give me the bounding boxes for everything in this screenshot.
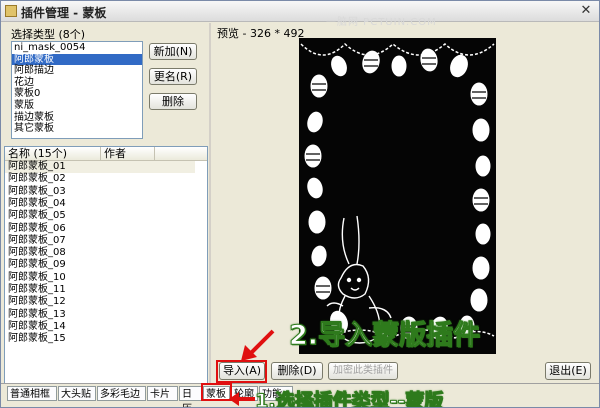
plugin-manager-window: 插件管理 - 蒙板 ✕ 选择类型 (8个) ni_mask_0054 阿郎蒙板 阿郎… [0, 0, 600, 408]
tab-4[interactable]: 日历 [179, 386, 202, 407]
column-header-name[interactable]: 名称 (15个) [5, 147, 101, 160]
table-row[interactable]: 阿郎蒙板_13 [5, 309, 195, 321]
table-row[interactable]: 阿郎蒙板_14 [5, 321, 195, 333]
type-list-item[interactable]: 其它蒙板 [12, 123, 142, 135]
table-row[interactable]: 阿郎蒙板_07 [5, 235, 195, 247]
table-row[interactable]: 阿郎蒙板_09 [5, 259, 195, 271]
window-title: 插件管理 - 蒙板 [21, 6, 107, 20]
type-list-item[interactable]: 蒙版 [12, 100, 142, 112]
delete-mask-button[interactable]: 删除(D) [271, 362, 323, 380]
table-row[interactable]: 阿郎蒙板_01 [5, 161, 195, 173]
arrow-to-mask-tab-icon [229, 392, 255, 406]
type-list-item[interactable]: ni_mask_0054 [12, 42, 142, 54]
table-row[interactable]: 阿郎蒙板_08 [5, 247, 195, 259]
tab-3[interactable]: 卡片 [147, 386, 178, 401]
add-button[interactable]: 新加(N) [149, 43, 197, 60]
app-icon [5, 5, 17, 17]
encrypt-plugin-button[interactable]: 加密此类插件 [328, 362, 398, 380]
mask-list-table[interactable]: 名称 (15个) 作者 阿郎蒙板_01 阿郎蒙板_02 阿郎蒙板_03 阿郎蒙板_04… [4, 146, 208, 384]
table-row[interactable]: 阿郎蒙板_15 [5, 333, 195, 345]
exit-button[interactable]: 退出(E) [545, 362, 591, 380]
tab-1[interactable]: 大头贴 [58, 386, 96, 401]
mask-preview-image [299, 38, 496, 354]
title-bar: 插件管理 - 蒙板 ✕ [1, 1, 599, 22]
table-row[interactable]: 阿郎蒙板_11 [5, 284, 195, 296]
table-row[interactable]: 阿郎蒙板_02 [5, 173, 195, 185]
type-panel-label: 选择类型 (8个) [11, 28, 86, 41]
arrow-to-import-icon [241, 329, 275, 361]
table-header: 名称 (15个) 作者 [5, 147, 207, 161]
delete-type-button[interactable]: 删除 [149, 93, 197, 110]
close-icon[interactable]: ✕ [578, 3, 594, 19]
table-row[interactable]: 阿郎蒙板_04 [5, 198, 195, 210]
tab-0[interactable]: 普通相框 [7, 386, 57, 401]
type-list-item[interactable]: 阿郎描边 [12, 65, 142, 77]
watermark: 一脑网 PCTUIN.COM [326, 17, 437, 28]
type-list-item[interactable]: 花边 [12, 77, 142, 89]
table-row[interactable]: 阿郎蒙板_03 [5, 186, 195, 198]
annotation-step1: 1.选择插件类型--蒙版 [254, 390, 444, 408]
preview-label: 预览 - 326 * 492 [217, 27, 305, 40]
rename-button[interactable]: 更名(R) [149, 68, 197, 85]
import-highlight-box [216, 360, 267, 383]
table-row[interactable]: 阿郎蒙板_05 [5, 210, 195, 222]
column-header-author[interactable]: 作者 [101, 147, 155, 160]
type-list-item[interactable]: 阿郎蒙板 [12, 53, 142, 66]
splitter[interactable] [209, 23, 211, 383]
easter-egg-frame-illustration [300, 42, 495, 344]
tab-2[interactable]: 多彩毛边 [97, 386, 146, 401]
type-list-item[interactable]: 描边蒙板 [12, 112, 142, 124]
table-row[interactable]: 阿郎蒙板_06 [5, 223, 195, 235]
table-row[interactable]: 阿郎蒙板_10 [5, 272, 195, 284]
type-list[interactable]: ni_mask_0054 阿郎蒙板 阿郎描边 花边 蒙板0 蒙版 描边蒙板 其它蒙板 [11, 41, 143, 139]
table-row[interactable]: 阿郎蒙板_12 [5, 296, 195, 308]
annotation-step2: 2.导入蒙版插件 [288, 320, 481, 352]
type-list-item[interactable]: 蒙板0 [12, 88, 142, 100]
